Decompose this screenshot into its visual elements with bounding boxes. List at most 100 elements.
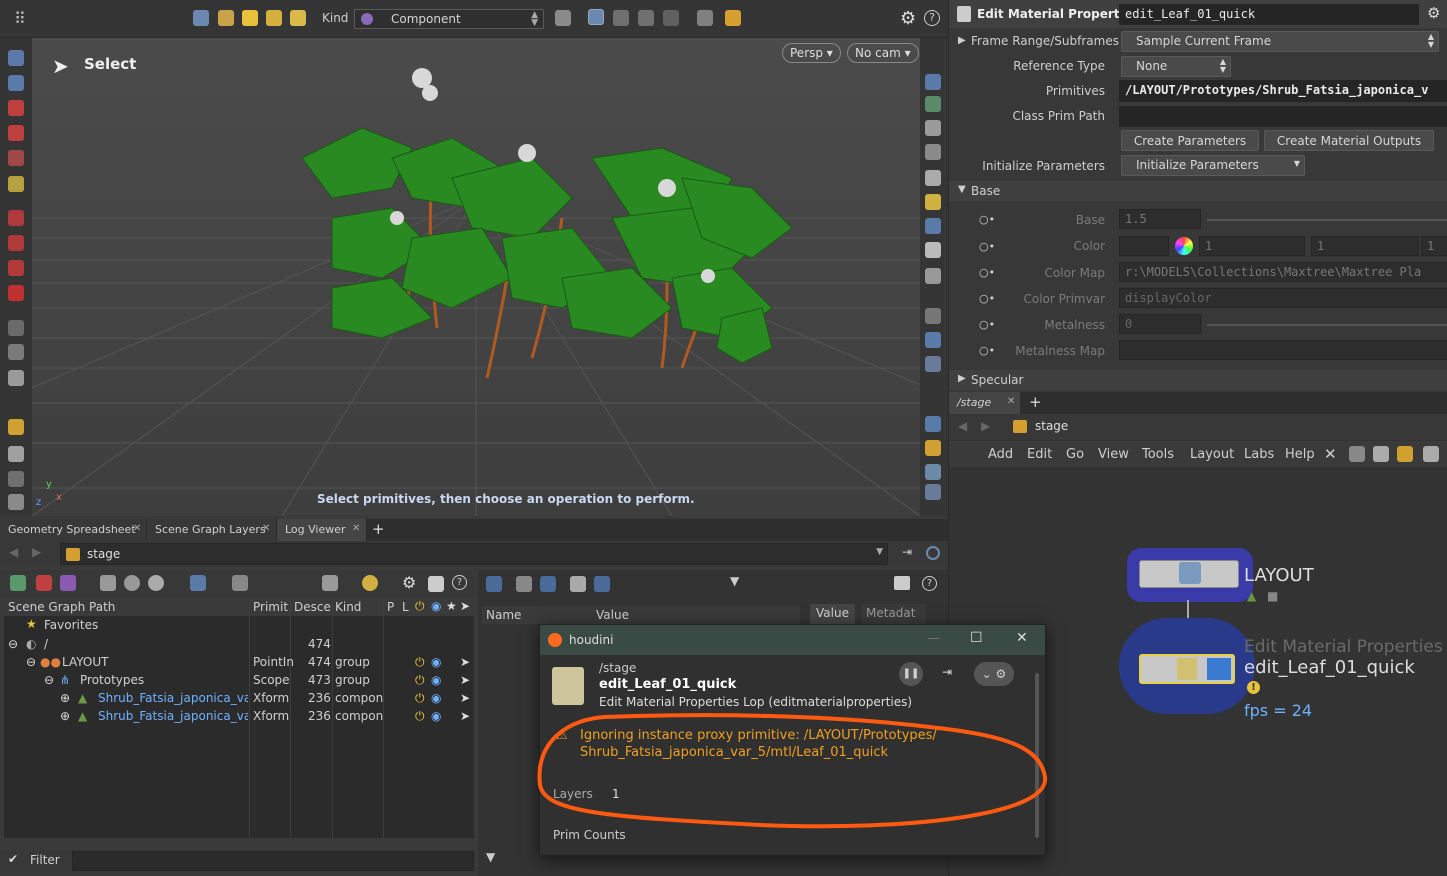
menu-view[interactable]: View (1098, 447, 1129, 462)
edit-material-node[interactable] (1139, 654, 1235, 684)
tab-scene-graph-layers[interactable]: Scene Graph Layers (147, 519, 277, 541)
help-icon[interactable]: ? (924, 10, 940, 26)
reference-type-dropdown[interactable]: None ▲ ▼ (1121, 56, 1231, 77)
pick-tool-icon[interactable] (697, 10, 713, 26)
gear-icon[interactable]: ⚙ (1427, 4, 1440, 22)
close-icon[interactable]: ✕ (1016, 630, 1028, 646)
initialize-parameters-dropdown[interactable]: Initialize Parameters ▼ (1121, 155, 1305, 176)
expand-icon[interactable]: ⊖ (44, 673, 54, 687)
color-map-field[interactable]: r:\MODELS\Collections\Maxtree\Maxtree Pl… (1119, 262, 1447, 282)
columns-icon[interactable] (540, 576, 556, 592)
color-swatch[interactable] (1119, 236, 1169, 256)
magnet-icon[interactable] (8, 235, 24, 251)
wrench-icon[interactable]: ✕ (1324, 445, 1337, 463)
camera-icon[interactable] (894, 576, 910, 590)
snap-icon[interactable] (8, 210, 24, 226)
header-descendants[interactable]: Desce (294, 600, 331, 614)
3d-viewport[interactable]: ➤ Select Persp ▾ No cam ▾ Select primiti… (32, 38, 920, 516)
kind-dropdown[interactable]: Component ▲ ▼ (354, 9, 544, 29)
gear-icon[interactable]: ⚙ (900, 8, 916, 29)
menu-tools[interactable]: Tools (1142, 447, 1174, 462)
pin-icon[interactable]: ⇥ (942, 665, 952, 679)
active-icon[interactable]: ⏻ (415, 709, 425, 724)
snapshot-icon[interactable] (925, 308, 941, 324)
rotate-handle-icon[interactable] (8, 125, 24, 141)
menu-labs[interactable]: Labs (1244, 447, 1274, 462)
col-name[interactable]: Name (486, 608, 521, 622)
tree-view-icon[interactable] (486, 576, 502, 592)
prim-add-icon[interactable] (36, 575, 52, 591)
highlight-icon[interactable] (725, 10, 741, 26)
trs-icon[interactable] (594, 576, 610, 592)
rows-icon[interactable] (570, 576, 586, 592)
select-tool-icon[interactable] (193, 10, 209, 26)
visible-icon[interactable]: ◉ (431, 655, 441, 669)
filter-icon[interactable]: ▼ (486, 850, 495, 864)
chevron-down-icon[interactable]: ▼ (876, 547, 883, 557)
pause-icon[interactable] (925, 332, 941, 348)
close-tab-icon[interactable]: ✕ (1007, 396, 1015, 407)
pin-icon[interactable]: ⇥ (902, 545, 912, 559)
list-view-icon[interactable] (516, 576, 532, 592)
measure-icon[interactable] (8, 320, 24, 336)
forward-icon[interactable]: ▶ (32, 545, 41, 559)
select-icon[interactable]: ➤ (460, 691, 470, 705)
color-primvar-field[interactable]: displayColor (1119, 288, 1447, 308)
color-wheel-icon[interactable] (1175, 237, 1193, 255)
header-p[interactable]: P (387, 600, 394, 614)
list-icon[interactable] (1373, 446, 1389, 462)
trash-icon[interactable] (8, 494, 24, 510)
visible-icon[interactable]: ◉ (431, 691, 441, 705)
help-icon[interactable]: ? (922, 576, 937, 591)
paint-icon[interactable] (232, 575, 248, 591)
camera-icon[interactable] (428, 576, 444, 592)
menu-help[interactable]: Help (1285, 447, 1315, 462)
eraser-icon[interactable] (8, 446, 24, 462)
filter-icon[interactable]: ▼ (730, 574, 739, 588)
ruler-icon[interactable] (8, 419, 24, 435)
display-options-icon[interactable] (925, 74, 941, 90)
transform-icon[interactable] (8, 176, 24, 192)
value-tab[interactable]: Value (810, 604, 855, 624)
minimize-icon[interactable]: — (928, 631, 940, 645)
headlight-icon[interactable] (925, 218, 941, 234)
geometry-icon[interactable] (925, 416, 941, 432)
color-b-field[interactable]: 1 (1421, 236, 1447, 256)
back-icon[interactable]: ◀ (9, 545, 18, 559)
ghost-icon[interactable] (925, 242, 941, 258)
header-primitive[interactable]: Primit (253, 600, 288, 614)
texture-icon[interactable] (925, 194, 941, 210)
lock-camera-icon[interactable] (925, 120, 941, 136)
table-row[interactable]: ⊖ ●● LAYOUT PointIn 474 group ⏻ ◉ ➤ (4, 653, 474, 671)
select-icon[interactable]: ➤ (460, 709, 470, 723)
layout-icon[interactable] (1423, 446, 1439, 462)
brush-select-icon[interactable] (638, 10, 654, 26)
grid-menu-icon[interactable]: ⠿ (14, 11, 26, 27)
class-prim-field[interactable] (1119, 106, 1447, 127)
specular-section-header[interactable]: ▶ Specular (949, 370, 1447, 390)
menu-go[interactable]: Go (1066, 447, 1084, 462)
select-prims-icon[interactable] (190, 575, 206, 591)
close-tab-icon[interactable]: ✕ (262, 523, 270, 534)
metalness-map-field[interactable] (1119, 340, 1447, 360)
camera-icon[interactable] (8, 370, 24, 386)
collection-icon[interactable] (60, 575, 76, 591)
laser-select-icon[interactable] (663, 10, 679, 26)
dialog-node-name[interactable]: edit_Leaf_01_quick (599, 677, 736, 692)
metalness-field[interactable]: 0 (1119, 314, 1201, 334)
base-field[interactable]: 1.5 (1119, 209, 1201, 229)
table-row[interactable]: ⊖ ⋔ Prototypes Scope 473 group ⏻ ◉ ➤ (4, 671, 474, 689)
stamp-tool-icon[interactable] (266, 10, 282, 26)
select-icon[interactable]: ➤ (460, 655, 470, 669)
tab-geometry-spreadsheet[interactable]: Geometry Spreadsheet (0, 519, 147, 541)
color-r-field[interactable]: 1 (1199, 236, 1305, 256)
base-slider[interactable] (1207, 219, 1447, 221)
lock-icon[interactable] (8, 75, 24, 91)
tree-icon[interactable] (1349, 446, 1365, 462)
col-value[interactable]: Value (596, 608, 629, 622)
link-icon[interactable] (926, 546, 940, 560)
active-icon[interactable]: ⏻ (415, 655, 425, 670)
warning-icon[interactable]: ! (1247, 681, 1260, 694)
visible-icon[interactable]: ◉ (431, 709, 441, 723)
scale-handle-icon[interactable] (8, 150, 24, 166)
